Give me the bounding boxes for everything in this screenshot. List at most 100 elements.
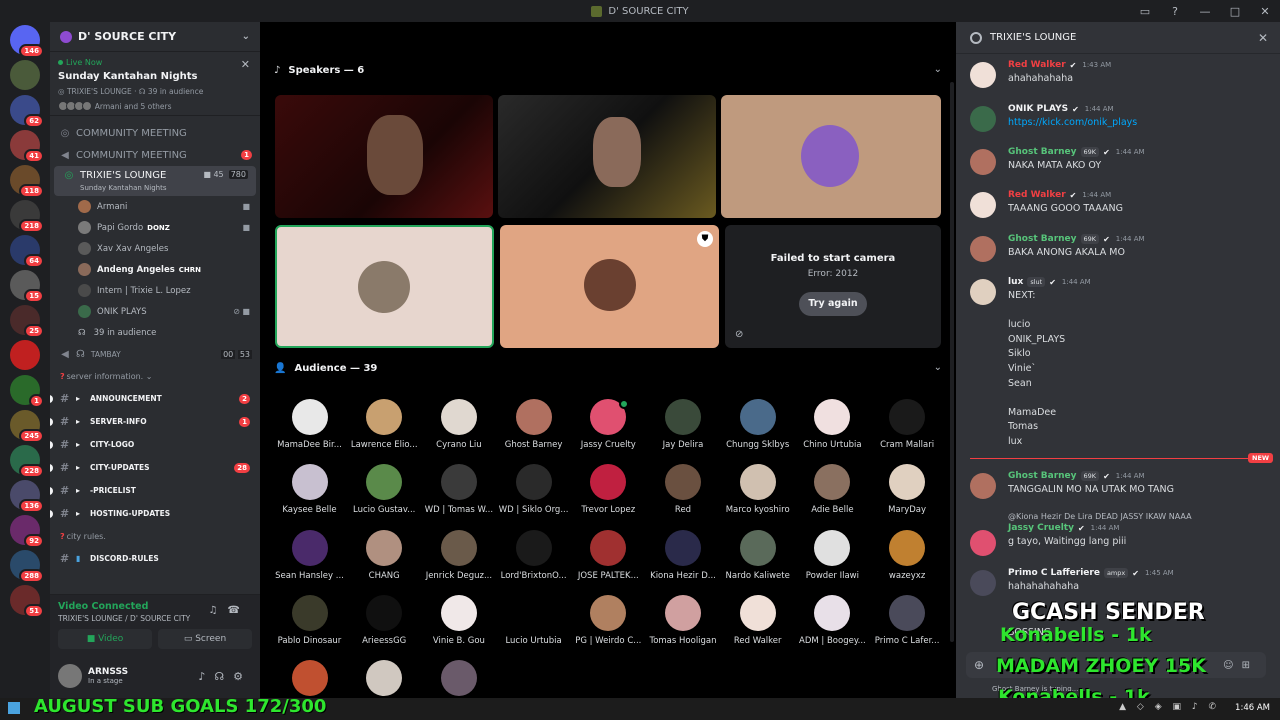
audience-member[interactable]: JOSE PALTEK... xyxy=(571,529,646,581)
audience-member[interactable]: Jay Delira xyxy=(646,399,721,450)
message-link[interactable]: https://kick.com/onik_plays xyxy=(1008,116,1270,131)
inbox-icon[interactable]: ▭ xyxy=(1130,5,1160,18)
message-author[interactable]: Jassy Cruelty xyxy=(1008,523,1074,533)
server-icon[interactable]: 228 xyxy=(10,445,44,478)
audience-member[interactable]: Lawrence Elio... xyxy=(347,399,422,450)
text-channel[interactable]: # ▸ HOSTING-UPDATES xyxy=(50,502,260,525)
message-author[interactable]: Ghost Barney xyxy=(1008,147,1077,157)
audience-member[interactable]: WD | Tomas W... xyxy=(421,464,496,515)
chat-message[interactable]: @Kiona Hezir De Lira DEAD JASSY IKAW NAA… xyxy=(970,512,1270,556)
maximize-button[interactable]: □ xyxy=(1220,5,1250,18)
screen-share-button[interactable]: ▭ Screen xyxy=(158,629,252,649)
audience-member[interactable] xyxy=(421,660,496,701)
text-channel[interactable]: # ▸ CITY-UPDATES 28 xyxy=(50,456,260,479)
server-header[interactable]: D' SOURCE CITY ⌄ xyxy=(50,22,260,52)
message-author[interactable]: Red Walker xyxy=(1008,60,1066,70)
channel-tambay[interactable]: ◀ ☊ TAMBAY 00 53 xyxy=(50,343,260,365)
audience-member[interactable]: Marco kyoshiro xyxy=(720,464,795,515)
audience-member[interactable]: Ghost Barney xyxy=(496,399,571,450)
speaker-avatar-tile[interactable]: ⛊ xyxy=(500,225,719,348)
audience-member[interactable]: WD | Siklo Org... xyxy=(496,464,571,515)
server-icon[interactable] xyxy=(10,60,40,90)
audience-member[interactable]: Trevor Lopez xyxy=(571,464,646,515)
emoji-icon[interactable]: ☺ xyxy=(1223,660,1241,671)
audience-member[interactable] xyxy=(347,660,422,701)
live-event-card[interactable]: Live Now ✕ Sunday Kantahan Nights ◎ TRIX… xyxy=(50,52,260,116)
audience-member[interactable]: Lord'BrixtonO... xyxy=(496,529,571,581)
chat-message[interactable]: Ghost Barney 69K ✔ 1:44 AM TANGGALIN MO NA U… xyxy=(970,471,1270,499)
chat-message[interactable]: lux slut ✔ 1:44 AM NEXT: lucio ONIK_PLAYS Si… xyxy=(970,277,1270,450)
audience-member[interactable]: Powder Ilawi xyxy=(795,529,870,581)
close-icon[interactable]: ✕ xyxy=(241,58,250,71)
close-icon[interactable]: ✕ xyxy=(1258,31,1268,45)
stage-scrollbar[interactable] xyxy=(950,82,954,642)
reply-reference[interactable]: @Kiona Hezir De Lira DEAD JASSY IKAW NAA… xyxy=(1008,512,1270,521)
audience-member[interactable]: Kiona Hezir D... xyxy=(646,529,721,581)
avatar[interactable] xyxy=(970,236,996,262)
speaker-avatar-tile[interactable] xyxy=(275,225,494,348)
server-icon[interactable]: 15 xyxy=(10,270,44,303)
audience-member[interactable]: Adie Belle xyxy=(795,464,870,515)
audience-member[interactable]: Jassy Cruelty xyxy=(571,399,646,450)
audience-member[interactable]: PG | Weirdo C... xyxy=(571,594,646,646)
disconnect-icon[interactable]: ☎ xyxy=(228,605,250,616)
audience-member[interactable]: Chino Urtubia xyxy=(795,399,870,450)
chat-message[interactable]: ONIK PLAYS ✔ 1:44 AM https://kick.com/onik_… xyxy=(970,104,1270,132)
message-author[interactable]: Ghost Barney xyxy=(1008,471,1077,481)
message-author[interactable]: Primo C Lafferiere xyxy=(1008,568,1100,578)
server-icon[interactable] xyxy=(10,340,40,370)
server-icon[interactable]: 136 xyxy=(10,480,44,513)
channel-trixies-lounge[interactable]: ◎ TRIXIE'S LOUNGE Sunday Kantahan Nights… xyxy=(54,166,256,196)
server-icon[interactable]: 1 xyxy=(10,375,44,408)
audience-member[interactable]: Lucio Gustav... xyxy=(347,464,422,515)
avatar[interactable] xyxy=(970,473,996,499)
audience-member[interactable]: Vinie B. Gou xyxy=(421,594,496,646)
message-author[interactable]: Ghost Barney xyxy=(1008,234,1077,244)
gear-icon[interactable]: ⚙ xyxy=(233,670,252,683)
audience-member[interactable]: Kaysee Belle xyxy=(272,464,347,515)
server-icon[interactable]: 25 xyxy=(10,305,44,338)
server-icon[interactable]: 92 xyxy=(10,515,44,548)
server-icon[interactable]: 62 xyxy=(10,95,44,128)
try-again-button[interactable]: Try again xyxy=(799,292,867,316)
audience-member[interactable]: Tomas Hooligan xyxy=(646,594,721,646)
voice-member[interactable]: Xav Xav Angeles xyxy=(50,238,260,259)
message-author[interactable]: lux xyxy=(1008,277,1023,287)
server-icon[interactable]: 245 xyxy=(10,410,44,443)
text-channel[interactable]: # ▸ CITY-LOGO xyxy=(50,433,260,456)
audience-member[interactable]: MaryDay xyxy=(870,464,945,515)
avatar[interactable] xyxy=(970,149,996,175)
avatar[interactable] xyxy=(970,106,996,132)
chevron-down-icon[interactable]: ⌄ xyxy=(934,64,942,75)
add-attachment-icon[interactable]: ⊕ xyxy=(974,658,984,672)
audience-member[interactable]: Jenrick Deguz... xyxy=(421,529,496,581)
chat-message[interactable]: Primo C Lafferiere ampx ✔ 1:45 AM hahahahaha… xyxy=(970,568,1270,596)
text-channel[interactable]: # ▸ -PRICELIST xyxy=(50,479,260,502)
speaker-video-tile[interactable] xyxy=(498,95,716,218)
chat-message[interactable]: Ghost Barney 69K ✔ 1:44 AM BAKA ANONG AKALA … xyxy=(970,234,1270,262)
voice-member[interactable]: Armani ■ xyxy=(50,196,260,217)
headphones-icon[interactable]: ☊ xyxy=(214,670,233,683)
avatar[interactable] xyxy=(970,570,996,596)
avatar[interactable] xyxy=(970,279,996,305)
audience-member[interactable]: MamaDee Bir... xyxy=(272,399,347,450)
voice-member[interactable]: Papi Gordo DONZ ■ xyxy=(50,217,260,238)
voice-member[interactable]: ONIK PLAYS ⊘ ■ xyxy=(50,301,260,322)
audience-member[interactable]: Nardo Kaliwete xyxy=(720,529,795,581)
audience-member[interactable]: Lucio Urtubia xyxy=(496,594,571,646)
chat-message[interactable]: Red Walker ✔ 1:43 AM ahahahahaha xyxy=(970,60,1270,88)
chevron-down-icon[interactable]: ⌄ xyxy=(242,31,250,42)
channel-community-meeting-1[interactable]: ◎ COMMUNITY MEETING xyxy=(50,122,260,144)
video-button[interactable]: ■ Video xyxy=(58,629,152,649)
server-icon[interactable]: 64 xyxy=(10,235,44,268)
audience-member[interactable]: Cyrano Liu xyxy=(421,399,496,450)
minimize-button[interactable]: — xyxy=(1190,5,1220,18)
audience-member[interactable]: CHANG xyxy=(347,529,422,581)
avatar[interactable] xyxy=(970,62,996,88)
microphone-icon[interactable]: ♪ xyxy=(198,670,214,683)
server-icon[interactable]: 288 xyxy=(10,550,44,583)
close-window-button[interactable]: ✕ xyxy=(1250,5,1280,18)
server-icon[interactable]: 118 xyxy=(10,165,44,198)
category-city-rules[interactable]: ? city rules. xyxy=(50,525,260,547)
audience-member[interactable]: Pablo Dinosaur xyxy=(272,594,347,646)
